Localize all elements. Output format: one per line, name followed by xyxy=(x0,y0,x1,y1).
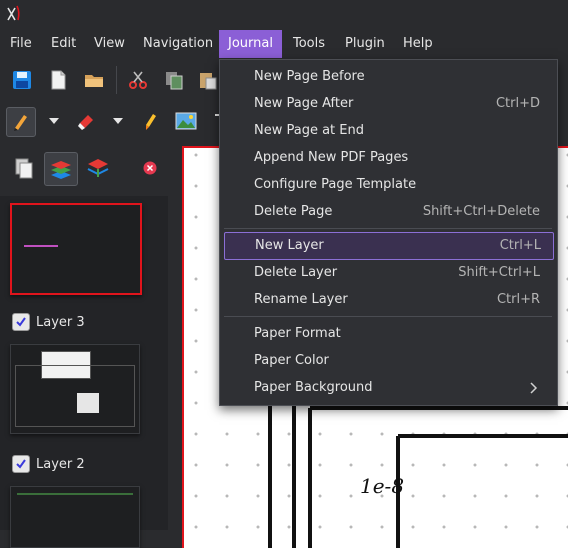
sidebar-tabs xyxy=(0,146,168,190)
layer-3-label: Layer 3 xyxy=(36,314,85,330)
new-document-icon xyxy=(51,70,66,90)
toolbar-separator xyxy=(116,66,117,94)
title-bar xyxy=(0,0,568,28)
menu-plugin[interactable]: Plugin xyxy=(336,30,394,58)
new-document-button[interactable] xyxy=(44,66,72,94)
menu-help[interactable]: Help xyxy=(394,30,442,58)
menu-item-append-pdf-pages[interactable]: Append New PDF Pages xyxy=(224,145,552,171)
menu-journal[interactable]: Journal xyxy=(219,30,282,58)
checkmark-icon xyxy=(16,317,26,327)
menu-item-label: New Page After xyxy=(254,96,354,111)
menu-separator xyxy=(224,316,552,317)
menu-bar: File Edit View Navigation Journal Tools … xyxy=(0,30,568,58)
menu-item-label: Append New PDF Pages xyxy=(254,150,409,165)
layer-preview-background[interactable] xyxy=(10,203,142,295)
menu-item-new-page-after[interactable]: New Page After Ctrl+D xyxy=(224,91,552,117)
copy-button[interactable] xyxy=(160,66,188,94)
layer-preview-stroke xyxy=(24,245,58,247)
layer-2-label: Layer 2 xyxy=(36,456,85,472)
eraser-tool-button[interactable] xyxy=(72,107,100,135)
menu-item-label: New Page Before xyxy=(254,69,365,84)
chevron-right-icon xyxy=(530,382,538,394)
chevron-down-icon xyxy=(49,118,59,124)
menu-tools[interactable]: Tools xyxy=(284,30,334,58)
handwritten-text: 1e-8 xyxy=(360,474,405,498)
menu-item-label: Configure Page Template xyxy=(254,177,417,192)
tab-page-previews[interactable] xyxy=(10,154,38,182)
menu-item-shortcut: Ctrl+L xyxy=(499,238,541,253)
paste-button[interactable] xyxy=(194,66,222,94)
close-icon xyxy=(143,161,157,175)
menu-item-label: Paper Format xyxy=(254,326,341,341)
menu-item-label: New Layer xyxy=(255,238,324,253)
highlighter-icon xyxy=(146,114,156,130)
menu-item-label: New Page at End xyxy=(254,123,364,138)
cut-button[interactable] xyxy=(124,66,152,94)
menu-file[interactable]: File xyxy=(1,30,41,58)
tab-layers[interactable] xyxy=(44,152,78,186)
layer-preview-2[interactable] xyxy=(10,486,140,548)
copy-icon xyxy=(166,72,183,90)
menu-item-shortcut: Shift+Ctrl+Delete xyxy=(422,204,540,219)
menu-item-paper-format[interactable]: Paper Format xyxy=(224,321,552,347)
menu-view[interactable]: View xyxy=(85,30,134,58)
menu-item-delete-page[interactable]: Delete Page Shift+Ctrl+Delete xyxy=(224,199,552,225)
sidebar: Layer 3 Layer 2 xyxy=(0,146,168,548)
save-button[interactable] xyxy=(8,66,36,94)
layer-row-2[interactable]: Layer 2 xyxy=(12,453,85,475)
menu-item-label: Delete Page xyxy=(254,204,333,219)
layers-icon xyxy=(51,161,71,179)
save-icon xyxy=(13,71,31,89)
menu-item-paper-background[interactable]: Paper Background xyxy=(224,375,552,401)
menu-item-shortcut: Shift+Ctrl+L xyxy=(458,265,540,280)
highlighter-tool-button[interactable] xyxy=(136,107,164,135)
menu-item-label: Paper Color xyxy=(254,353,329,368)
xournal-logo-icon xyxy=(7,5,20,21)
layer-preview-stroke xyxy=(17,493,133,495)
menu-item-shortcut: Ctrl+R xyxy=(496,292,540,307)
menu-item-shortcut: Ctrl+D xyxy=(495,96,540,111)
tab-outline[interactable] xyxy=(84,154,112,182)
layer-list: Layer 3 Layer 2 xyxy=(0,196,168,548)
menu-edit[interactable]: Edit xyxy=(42,30,85,58)
menu-item-new-page-before[interactable]: New Page Before xyxy=(224,64,552,90)
paste-icon xyxy=(200,73,217,90)
menu-item-new-layer[interactable]: New Layer Ctrl+L xyxy=(224,232,554,260)
menu-navigation[interactable]: Navigation xyxy=(134,30,222,58)
layer-preview-frame xyxy=(15,365,135,427)
menu-item-rename-layer[interactable]: Rename Layer Ctrl+R xyxy=(224,287,552,313)
eraser-options-dropdown[interactable] xyxy=(112,107,124,135)
layer-3-visibility-checkbox[interactable] xyxy=(12,313,30,331)
layer-2-visibility-checkbox[interactable] xyxy=(12,455,30,473)
menu-item-label: Paper Background xyxy=(254,380,373,395)
eraser-icon xyxy=(78,115,93,130)
menu-item-label: Rename Layer xyxy=(254,292,348,307)
menu-item-paper-color[interactable]: Paper Color xyxy=(224,348,552,374)
menu-item-delete-layer[interactable]: Delete Layer Shift+Ctrl+L xyxy=(224,260,552,286)
open-button[interactable] xyxy=(80,66,108,94)
folder-icon xyxy=(85,75,103,87)
layer-preview-3[interactable] xyxy=(10,344,140,434)
checkmark-icon xyxy=(16,459,26,469)
close-sidebar-button[interactable] xyxy=(136,154,164,182)
pen-icon xyxy=(14,115,27,131)
menu-item-label: Delete Layer xyxy=(254,265,338,280)
journal-menu: New Page Before New Page After Ctrl+D Ne… xyxy=(219,59,558,406)
layer-row-3[interactable]: Layer 3 xyxy=(12,311,85,333)
scissors-icon xyxy=(129,71,147,89)
menu-item-configure-page-template[interactable]: Configure Page Template xyxy=(224,172,552,198)
image-icon xyxy=(175,112,197,130)
pages-icon xyxy=(15,158,33,179)
chevron-down-icon xyxy=(113,118,123,124)
pen-tool-button[interactable] xyxy=(6,107,36,137)
menu-item-new-page-at-end[interactable]: New Page at End xyxy=(224,118,552,144)
image-tool-button[interactable] xyxy=(172,107,200,135)
tree-icon xyxy=(87,159,109,177)
menu-separator xyxy=(224,228,552,229)
pen-options-dropdown[interactable] xyxy=(48,107,60,135)
